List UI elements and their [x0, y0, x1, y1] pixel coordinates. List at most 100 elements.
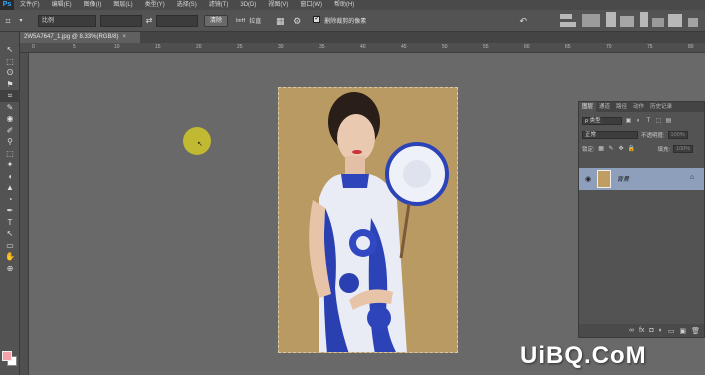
ratio-select[interactable]: 比例	[38, 14, 96, 27]
ruler-tick-label: 25	[237, 44, 243, 50]
pen-tool-icon[interactable]: ✒	[0, 205, 20, 217]
watermark-logo: UiBQ.CoM	[520, 342, 647, 369]
lock-row: 锁定: ▦ ✎ ✥ 🔒 填充: 100%	[582, 144, 694, 154]
swap-icon[interactable]: ⇄	[142, 10, 156, 32]
type-filter-icon[interactable]: T	[645, 118, 652, 125]
menu-file[interactable]: 文件(F)	[14, 0, 46, 10]
lock-pixels-icon[interactable]: ✎	[608, 146, 615, 153]
fx-icon[interactable]: fx	[639, 327, 644, 334]
brush-tool-icon[interactable]: ✐	[0, 125, 20, 137]
panel-footer: ∞ fx ◘ ◐ ▭ ▣ 🗑	[579, 324, 704, 337]
layer-name[interactable]: 背景	[617, 174, 629, 183]
lock-position-icon[interactable]: ✥	[618, 146, 625, 153]
lock-label: 锁定:	[582, 147, 595, 153]
gradient-tool-icon[interactable]: ◖	[0, 171, 20, 183]
image-filter-icon[interactable]: ▣	[625, 118, 632, 125]
straighten-label[interactable]: 拉直	[249, 16, 261, 25]
marquee-tool-icon[interactable]: ⬚	[0, 56, 20, 68]
filter-row: ρ 类型 ▣ ◐ T ⬚ ▤	[582, 116, 672, 126]
layer-row-background[interactable]: ◉ 背景 ⌂	[579, 168, 704, 190]
menu-layer[interactable]: 图层(L)	[107, 0, 138, 10]
fill-field[interactable]: 100%	[673, 145, 694, 153]
move-tool-icon[interactable]: ↖	[0, 44, 20, 56]
trash-icon[interactable]: 🗑	[691, 327, 700, 335]
ruler-tick-label: 50	[442, 44, 448, 50]
ruler-tick-label: 80	[688, 44, 694, 50]
history-brush-tool-icon[interactable]: ⬚	[0, 148, 20, 160]
ruler-tick-label: 65	[565, 44, 571, 50]
ruler-tick-label: 60	[524, 44, 530, 50]
menu-type[interactable]: 类型(Y)	[139, 0, 171, 10]
straighten-icon[interactable]: ImH	[236, 18, 245, 24]
menu-help[interactable]: 帮助(H)	[328, 0, 360, 10]
tab-actions[interactable]: 动作	[630, 102, 647, 112]
eraser-tool-icon[interactable]: ✦	[0, 159, 20, 171]
ruler-tick-label: 75	[647, 44, 653, 50]
path-select-tool-icon[interactable]: ↖	[0, 228, 20, 240]
delete-crop-checkbox[interactable]	[313, 14, 321, 25]
mask-icon[interactable]: ◘	[649, 327, 653, 334]
lock-all-icon[interactable]: 🔒	[628, 146, 635, 153]
new-layer-icon[interactable]: ▣	[679, 327, 686, 335]
tab-layers[interactable]: 图层	[579, 102, 597, 112]
dodge-tool-icon[interactable]: ◔	[0, 194, 20, 206]
crop-tool-icon[interactable]: ⌗	[0, 90, 20, 102]
tab-channels[interactable]: 通道	[596, 102, 613, 112]
grid-overlay-icon[interactable]: ▦	[271, 10, 289, 32]
menu-edit[interactable]: 编辑(E)	[46, 0, 78, 10]
lasso-tool-icon[interactable]: ʘ	[0, 67, 20, 79]
ruler-tick-label: 55	[483, 44, 489, 50]
tab-paths[interactable]: 路径	[613, 102, 630, 112]
document-tab-title: 2W5A7647_1.jpg @ 8.33%(RGB/8)	[24, 34, 119, 40]
menu-3d[interactable]: 3D(D)	[234, 0, 262, 10]
ruler-left	[20, 53, 29, 375]
panel-tabs: 图层 通道 路径 动作 历史记录	[579, 102, 704, 112]
layer-thumbnail	[597, 170, 611, 188]
type-tool-icon[interactable]: T	[0, 217, 20, 229]
lock-icon: ⌂	[690, 174, 695, 181]
healing-tool-icon[interactable]: ◉	[0, 113, 20, 125]
kind-filter-select[interactable]: ρ 类型	[582, 117, 622, 125]
lock-transparent-icon[interactable]: ▦	[598, 146, 605, 153]
menu-view[interactable]: 视图(V)	[262, 0, 294, 10]
foreground-color-swatch[interactable]	[2, 351, 12, 361]
adjustment-icon[interactable]: ◐	[659, 327, 663, 334]
gear-icon[interactable]: ⚙	[289, 10, 305, 32]
delete-crop-label: 删除裁剪的像素	[324, 19, 367, 25]
link-icon[interactable]: ∞	[629, 327, 634, 334]
blend-mode-select[interactable]: 正常	[582, 131, 638, 139]
folder-icon[interactable]: ▭	[668, 327, 675, 335]
menu-filter[interactable]: 滤镜(T)	[203, 0, 235, 10]
blur-tool-icon[interactable]: ▲	[0, 182, 20, 194]
shape-filter-icon[interactable]: ⬚	[655, 118, 662, 125]
document-tab-bar: 2W5A7647_1.jpg @ 8.33%(RGB/8) ×	[20, 32, 705, 43]
clone-stamp-tool-icon[interactable]: ⚲	[0, 136, 20, 148]
height-field[interactable]	[156, 14, 198, 27]
close-icon[interactable]: ×	[118, 34, 126, 40]
reset-icon[interactable]: ↶	[516, 10, 530, 32]
width-field[interactable]	[100, 14, 142, 27]
eye-icon[interactable]: ◉	[585, 175, 591, 183]
ruler-tick-label: 15	[155, 44, 161, 50]
smart-object-filter-icon[interactable]: ▤	[665, 118, 672, 125]
opacity-field[interactable]: 100%	[667, 131, 688, 139]
chevron-down-icon[interactable]: ▾	[16, 10, 26, 32]
shape-tool-icon[interactable]: ▭	[0, 240, 20, 252]
crop-tool-icon[interactable]: ⌗	[0, 10, 16, 32]
menu-window[interactable]: 窗口(W)	[294, 0, 328, 10]
document-tab[interactable]: 2W5A7647_1.jpg @ 8.33%(RGB/8) ×	[20, 32, 140, 43]
portrait-photo	[279, 88, 457, 352]
menu-image[interactable]: 图像(I)	[78, 0, 108, 10]
quick-select-tool-icon[interactable]: ⚑	[0, 79, 20, 91]
tab-history[interactable]: 历史记录	[647, 102, 675, 112]
fill-label: 填充:	[657, 147, 671, 153]
document-image[interactable]	[278, 87, 458, 353]
hand-tool-icon[interactable]: ✋	[0, 251, 20, 263]
clear-button[interactable]: 清除	[204, 14, 229, 27]
eyedropper-tool-icon[interactable]: ✎	[0, 102, 20, 114]
adjustment-filter-icon[interactable]: ◐	[635, 118, 642, 125]
layers-panel: 图层 通道 路径 动作 历史记录 ρ 类型 ▣ ◐ T ⬚ ▤ 正常 不透明度:…	[578, 101, 705, 338]
menu-select[interactable]: 选择(S)	[171, 0, 203, 10]
zoom-tool-icon[interactable]: ⊕	[0, 263, 20, 275]
photoshop-logo: Ps	[0, 0, 14, 10]
